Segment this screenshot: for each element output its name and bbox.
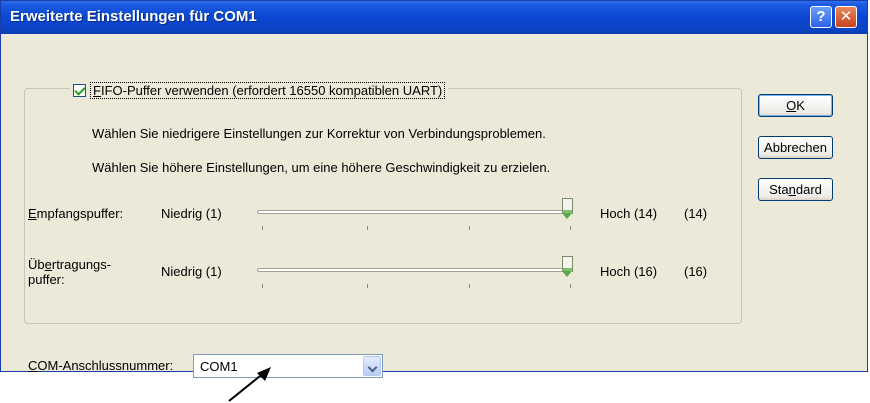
transmit-buffer-max-label: Hoch (16): [600, 264, 658, 279]
slider-tick: [570, 226, 571, 230]
transmit-buffer-min-label: Niedrig (1): [161, 264, 222, 279]
receive-buffer-min-label: Niedrig (1): [161, 206, 222, 221]
com-port-select[interactable]: COM1: [193, 354, 383, 378]
slider-tick: [367, 226, 368, 230]
close-icon[interactable]: ✕: [835, 6, 857, 28]
slider-tick: [262, 226, 263, 230]
slider-tick: [367, 284, 368, 288]
ok-button[interactable]: OK: [758, 94, 833, 117]
transmit-buffer-value: (16): [684, 264, 708, 279]
slider-track: [257, 268, 573, 272]
receive-buffer-value: (14): [684, 206, 708, 221]
receive-buffer-max-label: Hoch (14): [600, 206, 658, 221]
hint-lower-settings: Wählen Sie niedrigere Einstellungen zur …: [92, 126, 546, 141]
slider-tick: [262, 284, 263, 288]
hint-higher-settings: Wählen Sie höhere Einstellungen, um eine…: [92, 160, 551, 175]
arrow-annotation-icon: [228, 367, 271, 402]
title-bar[interactable]: Erweiterte Einstellungen für COM1 ? ✕: [1, 1, 867, 34]
fifo-checkbox-label[interactable]: FIFO-Puffer verwenden (erfordert 16550 k…: [90, 81, 446, 99]
cancel-button[interactable]: Abbrechen: [758, 136, 833, 159]
fifo-checkbox-row[interactable]: FIFO-Puffer verwenden (erfordert 16550 k…: [70, 80, 449, 100]
slider-thumb[interactable]: [562, 198, 573, 219]
transmit-buffer-slider[interactable]: [257, 256, 573, 288]
window-title: Erweiterte Einstellungen für COM1: [10, 8, 257, 25]
default-button[interactable]: Standard: [758, 178, 833, 201]
slider-track: [257, 210, 573, 214]
transmit-buffer-label: Übertragungs-puffer:: [28, 257, 112, 287]
fifo-checkbox[interactable]: [73, 83, 86, 97]
slider-tick: [570, 284, 571, 288]
com-port-label: COM-Anschlussnummer:: [28, 358, 174, 373]
chevron-down-icon[interactable]: [363, 356, 381, 376]
slider-tick: [469, 284, 470, 288]
slider-tick: [469, 226, 470, 230]
slider-thumb[interactable]: [562, 256, 573, 277]
receive-buffer-slider[interactable]: [257, 198, 573, 230]
help-icon[interactable]: ?: [810, 6, 832, 28]
receive-buffer-label: Empfangspuffer:: [28, 206, 124, 221]
